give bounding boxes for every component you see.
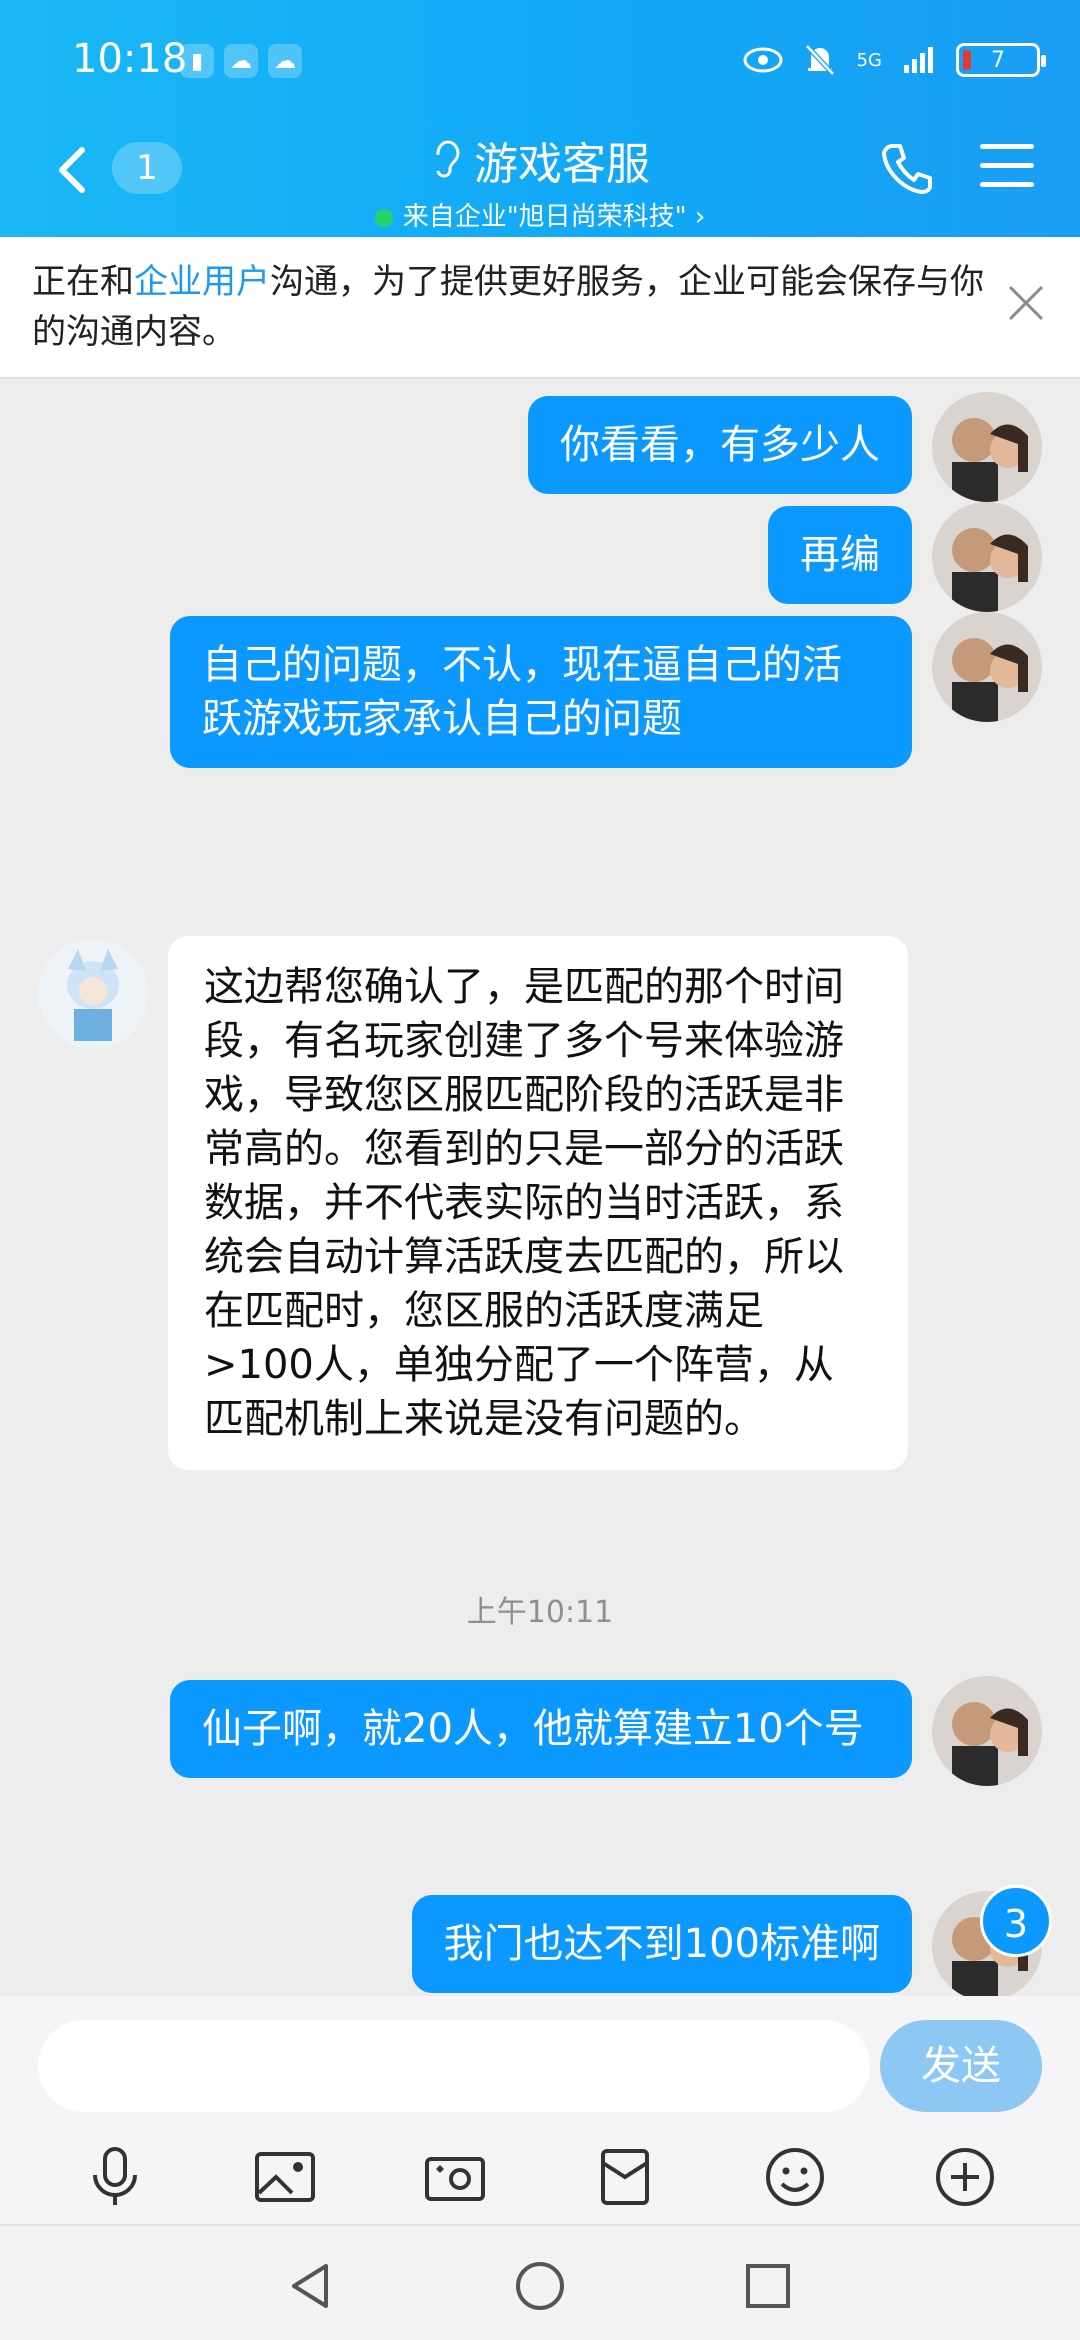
emoji-button[interactable] <box>760 2142 830 2212</box>
system-back-button[interactable] <box>282 2256 342 2316</box>
composer: 发送 <box>0 1996 1080 2224</box>
cloud-icon: ☁ <box>268 44 302 78</box>
more-button[interactable] <box>930 2142 1000 2212</box>
red-packet-icon <box>601 2149 649 2205</box>
circle-home-icon <box>516 2262 564 2310</box>
battery-icon: 7 <box>956 43 1046 77</box>
menu-line <box>980 182 1034 187</box>
message-bubble[interactable]: 仙子啊，就20人，他就算建立10个号 <box>170 1680 912 1778</box>
system-nav-bar <box>0 2224 1080 2340</box>
avatar[interactable] <box>932 502 1042 612</box>
ear-icon <box>430 139 464 188</box>
avatar[interactable] <box>932 612 1042 722</box>
chat-header: 10:18 ▮ ☁ ☁ 5G 7 1 游戏客服 来自企业"旭日尚荣科技" › <box>0 0 1080 237</box>
sim-icon: ▮ <box>180 44 214 78</box>
system-recents-button[interactable] <box>738 2256 798 2316</box>
menu-line <box>980 163 1034 168</box>
mute-bell-icon <box>804 44 835 76</box>
phone-icon <box>882 144 932 194</box>
cloud-icon: ☁ <box>224 44 258 78</box>
camera-icon <box>425 2157 485 2201</box>
message-outgoing[interactable]: 我门也达不到100标准啊 <box>411 1895 912 1993</box>
album-button[interactable] <box>250 2142 320 2212</box>
avatar[interactable] <box>932 392 1042 502</box>
voice-button[interactable] <box>80 2142 150 2212</box>
signal-icon <box>904 47 933 73</box>
status-time: 10:18 <box>72 36 188 82</box>
red-packet-button[interactable] <box>590 2142 660 2212</box>
square-recents-icon <box>746 2264 790 2308</box>
menu-button[interactable] <box>980 144 1034 190</box>
message-input[interactable] <box>38 2020 870 2112</box>
call-button[interactable] <box>878 138 938 198</box>
triangle-back-icon <box>292 2264 328 2308</box>
notification-icons: ▮ ☁ ☁ <box>180 44 302 78</box>
message-bubble[interactable]: 这边帮您确认了，是匹配的那个时间段，有名玩家创建了多个号来体验游戏，导致您区服匹… <box>168 936 908 1470</box>
message-outgoing[interactable]: 自己的问题，不认，现在逼自己的活跃游戏玩家承认自己的问题 <box>170 616 912 768</box>
network-type: 5G <box>856 49 882 71</box>
status-bar: 10:18 ▮ ☁ ☁ 5G 7 <box>0 0 1080 120</box>
message-bubble[interactable]: 我门也达不到100标准啊 <box>411 1895 912 1993</box>
message-list[interactable]: 你看看，有多少人 再编 自己的问题，不认，现在逼自己的活跃游戏玩家承认自己的问题… <box>0 379 1080 1996</box>
message-outgoing[interactable]: 你看看，有多少人 <box>528 396 912 494</box>
message-bubble[interactable]: 再编 <box>768 506 912 604</box>
status-right: 5G 7 <box>743 42 1046 78</box>
new-messages-badge[interactable]: 3 <box>980 1885 1052 1957</box>
enterprise-user-link[interactable]: 企业用户 <box>134 262 270 302</box>
message-bubble[interactable]: 你看看，有多少人 <box>528 396 912 494</box>
avatar[interactable] <box>932 1676 1042 1786</box>
camera-button[interactable] <box>420 2142 490 2212</box>
service-avatar[interactable] <box>38 939 148 1049</box>
notice-text: 正在和企业用户沟通，为了提供更好服务，企业可能会保存与你的沟通内容。 <box>32 262 984 352</box>
close-icon <box>1008 285 1044 321</box>
message-outgoing[interactable]: 仙子啊，就20人，他就算建立10个号 <box>170 1680 912 1778</box>
message-timestamp: 上午10:11 <box>466 1595 614 1630</box>
close-notice-button[interactable] <box>1002 281 1050 329</box>
send-button[interactable]: 发送 <box>880 2020 1042 2112</box>
menu-line <box>980 144 1034 149</box>
message-bubble[interactable]: 自己的问题，不认，现在逼自己的活跃游戏玩家承认自己的问题 <box>170 616 912 768</box>
company-subtitle[interactable]: 来自企业"旭日尚荣科技" › <box>0 196 1080 233</box>
privacy-notice: 正在和企业用户沟通，为了提供更好服务，企业可能会保存与你的沟通内容。 <box>0 237 1080 379</box>
system-home-button[interactable] <box>510 2256 570 2316</box>
nav-bar: 1 游戏客服 来自企业"旭日尚荣科技" › <box>0 120 1080 237</box>
eye-icon <box>743 47 783 73</box>
message-outgoing[interactable]: 再编 <box>768 506 912 604</box>
microphone-icon <box>93 2147 137 2205</box>
message-incoming[interactable]: 这边帮您确认了，是匹配的那个时间段，有名玩家创建了多个号来体验游戏，导致您区服匹… <box>168 936 908 1470</box>
composer-toolbar <box>0 2130 1080 2224</box>
image-icon <box>255 2152 315 2202</box>
emoji-icon <box>766 2148 824 2206</box>
plus-circle-icon <box>936 2148 994 2206</box>
online-dot <box>374 208 393 227</box>
